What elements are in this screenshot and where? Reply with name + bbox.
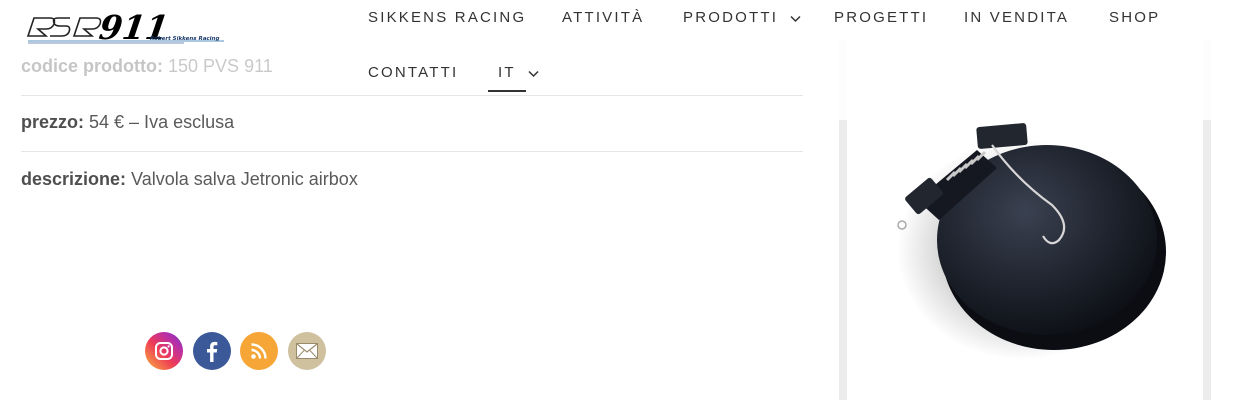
product-description-label: descrizione: [21,169,127,189]
language-selector[interactable]: IT [498,64,539,82]
nav-contatti-label: CONTATTI [368,64,459,81]
image-top-overlay [839,40,1211,120]
nav-sikkens-racing[interactable]: SIKKENS RACING [368,9,526,26]
language-selector-label: IT [498,64,516,81]
nav-progetti-label: PROGETTI [834,9,929,26]
facebook-icon[interactable] [193,332,231,370]
nav-in-vendita[interactable]: IN VENDITA [964,9,1069,26]
chevron-down-icon [528,65,539,82]
product-price-label: prezzo: [21,112,84,132]
nav-prodotti[interactable]: PRODOTTI [683,9,802,27]
instagram-icon[interactable] [145,332,183,370]
nav-in-vendita-label: IN VENDITA [964,9,1070,26]
nav-sikkens-racing-label: SIKKENS RACING [368,9,527,26]
nav-shop[interactable]: SHOP [1109,9,1160,26]
product-description-row: descrizione: Valvola salva Jetronic airb… [21,169,803,190]
product-description-value: Valvola salva Jetronic airbox [131,169,358,189]
chevron-down-icon [790,10,802,27]
rsr911-logo-graphic: 911 Robert Sikkens Racing [26,8,224,47]
site-logo[interactable]: 911 Robert Sikkens Racing [24,8,229,52]
nav-prodotti-label: PRODOTTI [683,9,779,26]
rss-icon[interactable] [240,332,278,370]
email-icon[interactable] [288,332,326,370]
nav-contatti[interactable]: CONTATTI [368,64,458,81]
product-image-card[interactable] [839,40,1211,400]
logo-subtitle: Robert Sikkens Racing [150,36,219,42]
nav-progetti[interactable]: PROGETTI [834,9,928,26]
nav-shop-label: SHOP [1109,9,1161,26]
divider [21,151,803,152]
nav-attivita[interactable]: ATTIVITÀ [562,9,644,26]
product-price-value: 54 € – Iva esclusa [89,112,235,132]
nav-attivita-label: ATTIVITÀ [562,9,645,26]
product-price-row: prezzo: 54 € – Iva esclusa [21,112,803,133]
nav-active-indicator [488,90,526,92]
